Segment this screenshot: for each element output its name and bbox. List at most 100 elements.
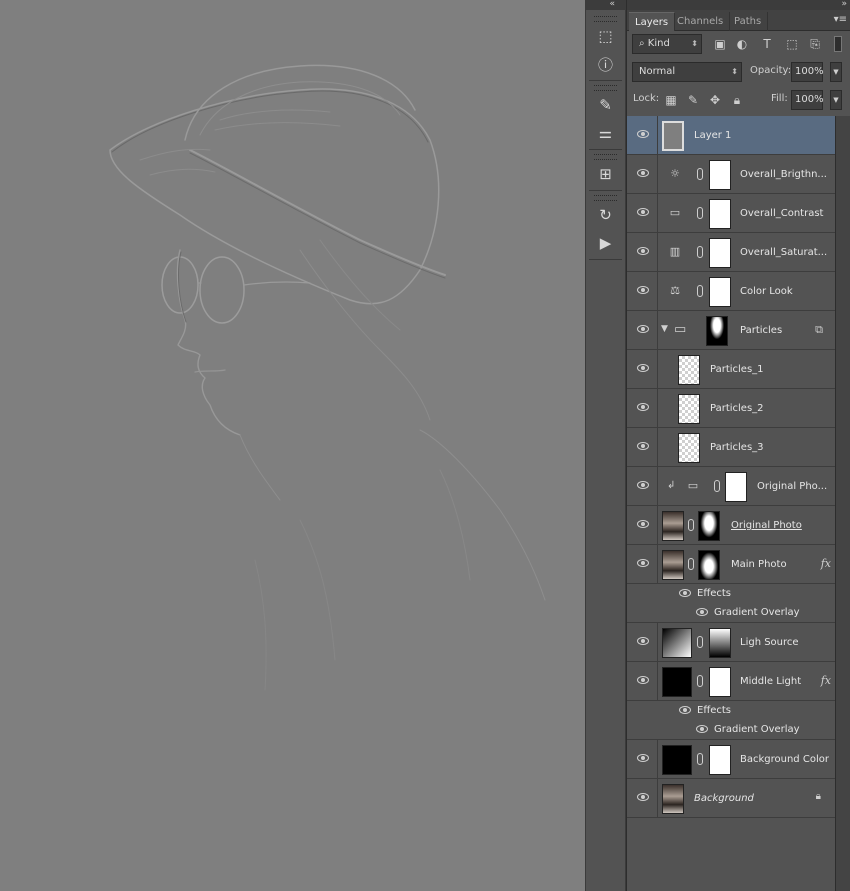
- lock-all-icon[interactable]: 🔒︎: [729, 92, 745, 108]
- layer-name[interactable]: Color Look: [740, 272, 793, 311]
- visibility-cell[interactable]: [627, 389, 658, 427]
- visibility-cell[interactable]: [627, 779, 658, 817]
- eye-icon[interactable]: [637, 208, 649, 216]
- expand-triangle-icon[interactable]: ▼: [661, 324, 668, 334]
- visibility-cell[interactable]: [627, 194, 658, 232]
- lock-position-icon[interactable]: ✥: [707, 92, 723, 108]
- lock-image-icon[interactable]: ✎: [685, 92, 701, 108]
- layer-row[interactable]: ▥ Overall_Saturat...: [627, 233, 835, 272]
- filter-shape-icon[interactable]: ⬚: [784, 36, 800, 52]
- adjustments-icon[interactable]: ⚌: [590, 121, 622, 145]
- layer-row[interactable]: Particles_1: [627, 350, 835, 389]
- tab-paths[interactable]: Paths: [728, 12, 769, 31]
- eye-icon[interactable]: [637, 169, 649, 177]
- lock-transparent-icon[interactable]: ▦: [663, 92, 679, 108]
- eye-icon[interactable]: [637, 325, 649, 333]
- visibility-cell[interactable]: [627, 545, 658, 583]
- layer-row[interactable]: Ligh Source: [627, 623, 835, 662]
- actions-play-icon[interactable]: ▶: [590, 231, 622, 255]
- layers-scrollbar[interactable]: [835, 116, 850, 891]
- link-icon[interactable]: [688, 558, 694, 570]
- layer-row[interactable]: ↲ ▭ Original Pho...: [627, 467, 835, 506]
- effect-row[interactable]: Gradient Overlay: [627, 603, 835, 623]
- link-icon[interactable]: [697, 675, 703, 687]
- effects-row[interactable]: Effects: [627, 584, 835, 603]
- visibility-cell[interactable]: [627, 311, 658, 349]
- eye-icon[interactable]: [637, 676, 649, 684]
- link-icon[interactable]: [697, 168, 703, 180]
- tab-layers[interactable]: Layers: [629, 12, 676, 31]
- eye-icon[interactable]: [637, 130, 649, 138]
- layer-name[interactable]: Original Pho...: [757, 467, 827, 506]
- layer-name[interactable]: Middle Light: [740, 662, 801, 701]
- layer-name[interactable]: Particles_3: [710, 428, 764, 467]
- visibility-cell[interactable]: [627, 506, 658, 544]
- blend-mode-select[interactable]: Normal ⬍: [632, 62, 742, 82]
- filter-toggle-switch[interactable]: [834, 36, 842, 52]
- layer-row[interactable]: ⚖ Color Look: [627, 272, 835, 311]
- eye-icon[interactable]: [696, 725, 708, 733]
- eye-icon[interactable]: [637, 247, 649, 255]
- eye-icon[interactable]: [637, 754, 649, 762]
- eye-icon[interactable]: [637, 481, 649, 489]
- panel-menu-icon[interactable]: ▾≡: [834, 14, 847, 25]
- document-canvas[interactable]: [0, 0, 585, 891]
- effect-row[interactable]: Gradient Overlay: [627, 720, 835, 740]
- layer-row[interactable]: Original Photo: [627, 506, 835, 545]
- visibility-cell[interactable]: [627, 662, 658, 700]
- eye-icon[interactable]: [637, 403, 649, 411]
- brush-presets-icon[interactable]: ✎: [590, 93, 622, 117]
- 3d-icon[interactable]: ⬚: [590, 24, 622, 48]
- layer-row[interactable]: ☼ Overall_Brigthn...: [627, 155, 835, 194]
- layer-name[interactable]: Particles: [740, 311, 782, 350]
- info-icon[interactable]: ⓘ: [590, 52, 622, 76]
- collapse-left-icon[interactable]: «: [609, 0, 615, 9]
- filter-pixel-icon[interactable]: ▣: [712, 36, 728, 52]
- eye-icon[interactable]: [637, 442, 649, 450]
- layer-row[interactable]: Particles_3: [627, 428, 835, 467]
- layer-name[interactable]: Layer 1: [694, 116, 731, 155]
- layer-name[interactable]: Background Color: [740, 740, 829, 779]
- eye-icon[interactable]: [679, 589, 691, 597]
- dock-grip[interactable]: [594, 85, 617, 91]
- eye-icon[interactable]: [637, 520, 649, 528]
- layer-name[interactable]: Background: [694, 779, 754, 818]
- clone-source-icon[interactable]: ⊞: [590, 162, 622, 186]
- effects-row[interactable]: Effects: [627, 701, 835, 720]
- link-icon[interactable]: [697, 753, 703, 765]
- visibility-cell[interactable]: [627, 623, 658, 661]
- layer-row[interactable]: Middle Light fx: [627, 662, 835, 701]
- eye-icon[interactable]: [696, 608, 708, 616]
- layer-name[interactable]: Overall_Brigthn...: [740, 155, 827, 194]
- layer-row[interactable]: ▭ Overall_Contrast: [627, 194, 835, 233]
- eye-icon[interactable]: [679, 706, 691, 714]
- eye-icon[interactable]: [637, 559, 649, 567]
- fx-icon[interactable]: fx: [821, 557, 831, 570]
- visibility-cell[interactable]: [627, 272, 658, 310]
- opacity-input[interactable]: 100%: [791, 62, 824, 82]
- layer-name[interactable]: Overall_Contrast: [740, 194, 823, 233]
- link-icon[interactable]: [697, 285, 703, 297]
- fill-dropdown-icon[interactable]: ▼: [830, 90, 842, 110]
- link-icon[interactable]: [714, 480, 720, 492]
- dock-grip[interactable]: [594, 195, 617, 201]
- fill-input[interactable]: 100%: [791, 90, 824, 110]
- visibility-cell[interactable]: [627, 233, 658, 271]
- eye-icon[interactable]: [637, 286, 649, 294]
- eye-icon[interactable]: [637, 637, 649, 645]
- dock-collapse-bar[interactable]: «: [586, 0, 627, 10]
- dock-grip[interactable]: [594, 16, 617, 22]
- opacity-dropdown-icon[interactable]: ▼: [830, 62, 842, 82]
- visibility-cell[interactable]: [627, 155, 658, 193]
- filter-kind-select[interactable]: ⌕ Kind ⬍: [632, 34, 702, 54]
- layer-name[interactable]: Ligh Source: [740, 623, 799, 662]
- layer-group-row[interactable]: ▼ ▭ Particles ⧉: [627, 311, 835, 350]
- collapse-right-icon[interactable]: »: [841, 0, 847, 9]
- history-icon[interactable]: ↻: [590, 203, 622, 227]
- panel-collapse-bar[interactable]: »: [627, 0, 850, 10]
- dock-grip[interactable]: [594, 154, 617, 160]
- visibility-cell[interactable]: [627, 428, 658, 466]
- tab-channels[interactable]: Channels: [671, 12, 731, 31]
- filter-type-icon[interactable]: T: [759, 36, 775, 52]
- layer-row[interactable]: Main Photo fx: [627, 545, 835, 584]
